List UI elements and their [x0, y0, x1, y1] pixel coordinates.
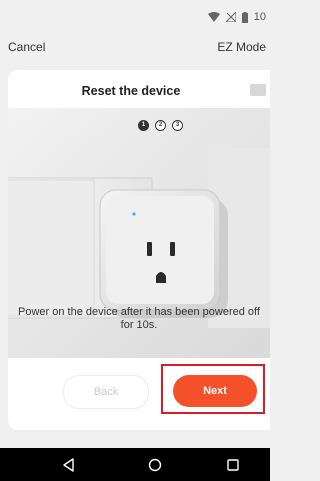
home-circle-icon[interactable] [148, 458, 162, 472]
cancel-button[interactable]: Cancel [8, 40, 45, 54]
screen: 10 Cancel EZ Mode Reset the device 1 2 3… [0, 0, 270, 481]
status-icons: 10 [207, 10, 266, 24]
page-title: Reset the device [81, 84, 181, 98]
back-button[interactable]: Back [63, 375, 149, 409]
step-indicator-2: 2 [155, 120, 166, 131]
instruction-text: Power on the device after it has been po… [18, 306, 260, 331]
mode-selector[interactable]: EZ Mode [217, 40, 266, 54]
reset-card: Reset the device 1 2 3 Power on the devi… [8, 70, 270, 430]
wifi-icon [207, 12, 220, 22]
top-nav: Cancel EZ Mode [0, 36, 270, 58]
step-indicators: 1 2 3 [138, 120, 183, 131]
next-button-highlight [161, 364, 265, 414]
status-time: 10 [253, 11, 266, 23]
signal-icon [225, 12, 236, 22]
recent-apps-icon[interactable] [226, 458, 240, 472]
step-indicator-3: 3 [172, 120, 183, 131]
status-bar: 10 [0, 0, 270, 30]
back-triangle-icon[interactable] [62, 458, 76, 472]
step-indicator-1: 1 [138, 120, 149, 131]
system-nav-bar [0, 448, 270, 481]
battery-icon [241, 11, 248, 23]
video-icon[interactable] [250, 84, 266, 96]
